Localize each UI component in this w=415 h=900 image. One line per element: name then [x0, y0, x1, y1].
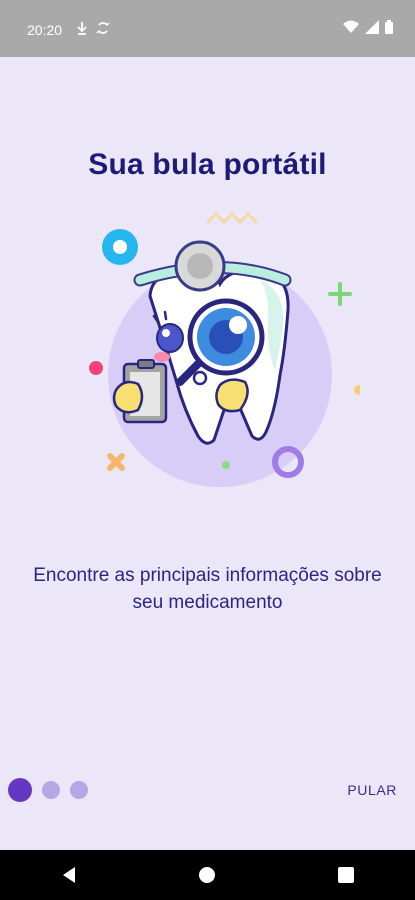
page-dot	[70, 781, 88, 799]
battery-icon	[385, 20, 393, 39]
download-icon	[76, 20, 88, 39]
sync-icon	[96, 20, 110, 39]
tooth-doctor-illustration	[80, 200, 364, 500]
navigation-bar	[0, 850, 415, 900]
onboarding-description: Encontre as principais informações sobre…	[33, 565, 382, 613]
page-dot-active	[8, 778, 32, 802]
back-icon[interactable]	[39, 850, 99, 900]
wifi-icon	[343, 20, 359, 39]
recents-icon[interactable]	[316, 850, 376, 900]
home-icon[interactable]	[177, 850, 237, 900]
page-indicator	[8, 778, 88, 802]
skip-button[interactable]: PULAR	[347, 782, 397, 798]
page-dot	[42, 781, 60, 799]
status-time: 20:20	[27, 22, 63, 38]
page-title: Sua bula portátil	[88, 148, 327, 181]
signal-icon	[365, 20, 379, 39]
status-bar: 20:20	[0, 0, 415, 57]
